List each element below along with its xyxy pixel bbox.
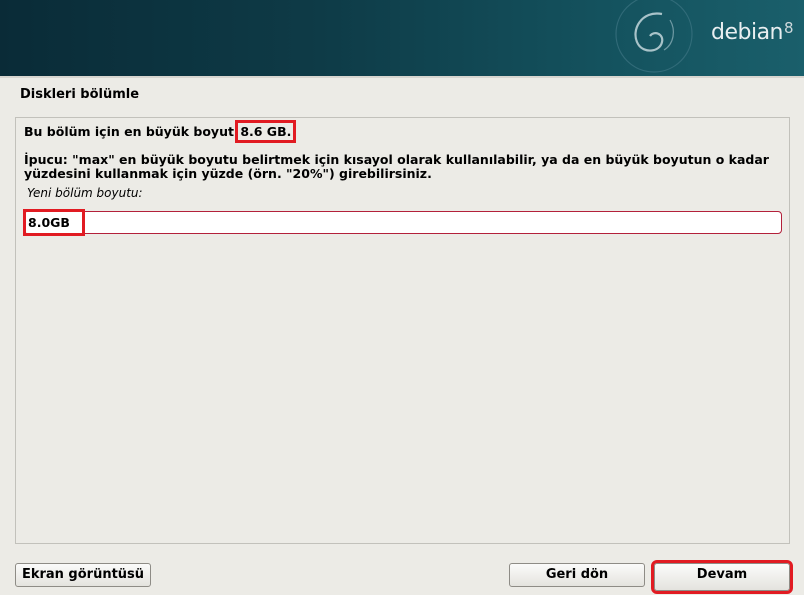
content-panel	[15, 117, 790, 544]
partition-size-input[interactable]: 8.0GB	[23, 209, 782, 236]
screenshot-button[interactable]: Ekran görüntüsü	[15, 563, 151, 587]
brand-name: debian	[711, 20, 784, 45]
page-title: Diskleri bölümle	[20, 87, 140, 102]
max-size-value: 8.6 GB.	[235, 120, 297, 143]
max-size-line: Bu bölüm için en büyük boyut 8.6 GB.	[24, 120, 297, 143]
debian-banner: debian8	[0, 0, 804, 76]
back-button[interactable]: Geri dön	[509, 563, 645, 587]
banner-divider	[0, 76, 804, 78]
continue-button[interactable]: Devam	[651, 560, 793, 594]
partition-size-label: Yeni bölüm boyutu:	[27, 186, 143, 200]
partition-size-value[interactable]: 8.0GB	[23, 209, 85, 236]
debian-brand: debian8	[711, 19, 794, 45]
max-size-label: Bu bölüm için en büyük boyut	[24, 124, 234, 139]
brand-version: 8	[784, 19, 794, 37]
hint-text: İpucu: "max" en büyük boyutu belirtmek i…	[24, 152, 769, 181]
debian-swirl-logo	[615, 0, 693, 73]
